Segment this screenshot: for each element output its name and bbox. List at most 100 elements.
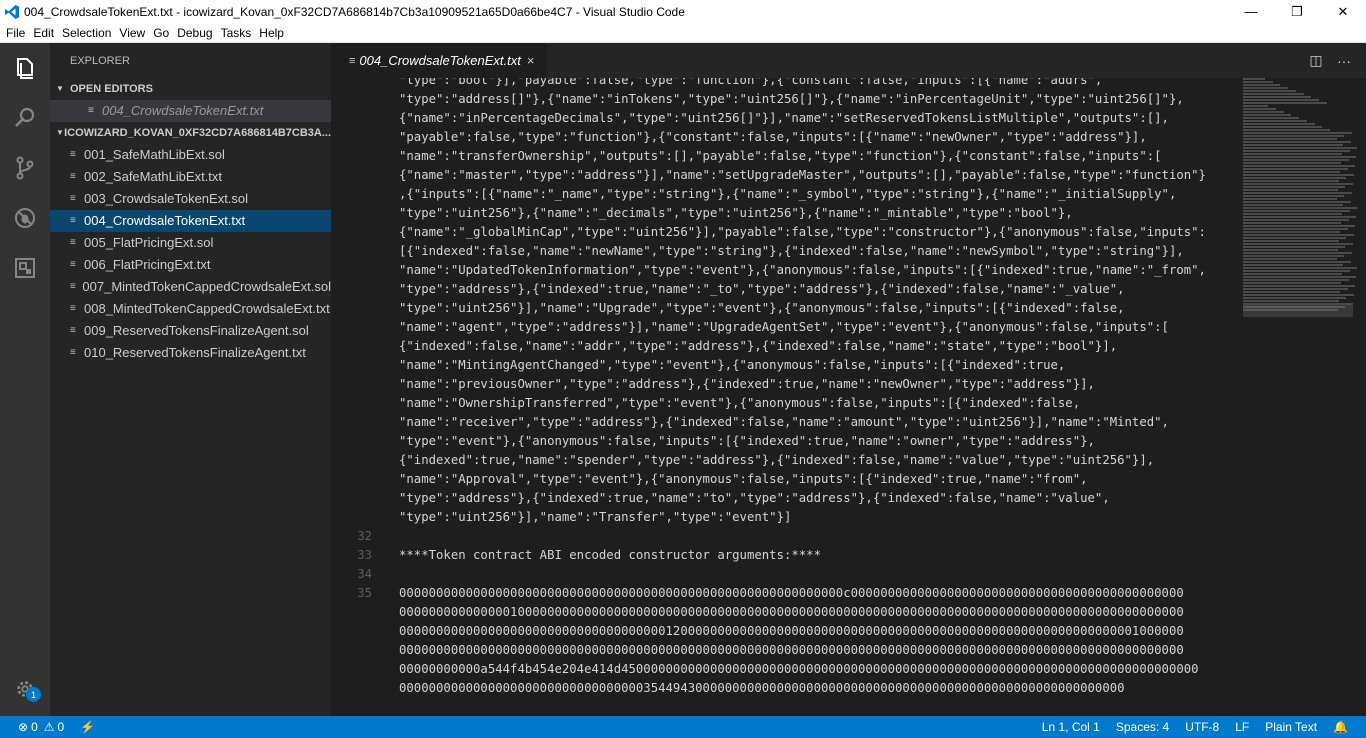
minimap-line	[1243, 120, 1307, 122]
line-number: 33	[357, 548, 372, 562]
split-editor-icon[interactable]: ◫	[1302, 52, 1330, 69]
file-item[interactable]: ≡ 010_ReservedTokensFinalizeAgent.txt	[50, 342, 331, 364]
minimap-line	[1243, 228, 1348, 230]
menu-debug[interactable]: Debug	[173, 23, 216, 43]
file-lines-icon: ≡	[70, 325, 76, 336]
minimap-line	[1243, 201, 1351, 203]
minimap[interactable]	[1243, 78, 1358, 318]
close-window-button[interactable]: ✕	[1320, 0, 1366, 23]
minimap-line	[1243, 138, 1337, 140]
file-label: 009_ReservedTokensFinalizeAgent.sol	[84, 323, 309, 338]
file-list: ≡ 001_SafeMathLibExt.sol ≡ 002_SafeMathLibE…	[50, 144, 331, 364]
line-text: "type":"event"},{"anonymous":false,"inpu…	[399, 434, 1095, 448]
tab-004-crowdsale-token-ext[interactable]: ≡ 004_CrowdsaleTokenExt.txt ×	[331, 43, 547, 78]
minimize-button[interactable]: —	[1228, 0, 1274, 23]
minimap-line	[1243, 258, 1337, 260]
line-text: "name":"agent","type":"address"}],"name"…	[399, 320, 1169, 334]
cursor-position[interactable]: Ln 1, Col 1	[1034, 720, 1108, 734]
encoding[interactable]: UTF-8	[1177, 720, 1227, 734]
source-control-activity[interactable]	[0, 143, 50, 193]
minimap-line	[1243, 267, 1358, 269]
minimap-line	[1243, 84, 1281, 86]
minimap-line	[1243, 285, 1356, 287]
problems-indicator[interactable]: ⊗ 0 ⚠ 0	[10, 720, 72, 734]
debug-icon	[15, 208, 35, 228]
line-text: ****Token contract ABI encoded construct…	[399, 548, 821, 562]
menu-view[interactable]: View	[115, 23, 149, 43]
file-item[interactable]: ≡ 009_ReservedTokensFinalizeAgent.sol	[50, 320, 331, 342]
explorer-activity[interactable]	[0, 43, 50, 93]
minimap-line	[1243, 126, 1323, 128]
search-icon	[15, 107, 35, 127]
minimap-line	[1243, 207, 1358, 209]
sidebar-title: EXPLORER	[70, 55, 130, 67]
minimap-line	[1243, 177, 1347, 179]
line-text: {"name":"_globalMinCap","type":"uint256"…	[399, 225, 1206, 239]
line-text: 0000000000000000000000000000000003544943…	[399, 681, 1125, 695]
indentation[interactable]: Spaces: 4	[1108, 720, 1177, 734]
explorer-sidebar: EXPLORER ▼ OPEN EDITORS ≡ 004_CrowdsaleT…	[50, 43, 331, 716]
minimap-line	[1243, 153, 1342, 155]
line-text: "name":"transferOwnership","outputs":[],…	[399, 149, 1162, 163]
maximize-button[interactable]: ❐	[1274, 0, 1320, 23]
minimap-line	[1243, 102, 1327, 104]
open-editor-item[interactable]: ≡ 004_CrowdsaleTokenExt.txt	[50, 100, 331, 122]
menu-file[interactable]: File	[2, 23, 29, 43]
language-mode[interactable]: Plain Text	[1257, 720, 1325, 734]
file-item[interactable]: ≡ 001_SafeMathLibExt.sol	[50, 144, 331, 166]
end-of-line[interactable]: LF	[1227, 720, 1257, 734]
file-lines-icon: ≡	[70, 193, 76, 204]
file-item[interactable]: ≡ 003_CrowdsaleTokenExt.sol	[50, 188, 331, 210]
menu-help[interactable]: Help	[255, 23, 288, 43]
file-item[interactable]: ≡ 008_MintedTokenCappedCrowdsaleExt.txt	[50, 298, 331, 320]
minimap-slider[interactable]	[1243, 305, 1353, 317]
menu-edit[interactable]: Edit	[29, 23, 58, 43]
minimap-line	[1243, 213, 1342, 215]
minimap-line	[1243, 156, 1357, 158]
file-item[interactable]: ≡ 007_MintedTokenCappedCrowdsaleExt.sol	[50, 276, 331, 298]
file-label: 003_CrowdsaleTokenExt.sol	[84, 191, 249, 206]
file-lines-icon: ≡	[88, 105, 94, 116]
line-number: 34	[357, 567, 372, 581]
minimap-line	[1243, 255, 1345, 257]
bell-icon[interactable]: 🔔	[1325, 720, 1356, 734]
more-actions-icon[interactable]: ···	[1330, 53, 1358, 69]
minimap-line	[1243, 195, 1345, 197]
folder-header[interactable]: ▼ ICOWIZARD_KOVAN_0XF32CD7A686814B7CB3A.…	[50, 122, 331, 144]
manage-button[interactable]: 1	[0, 674, 50, 704]
menu-tasks[interactable]: Tasks	[217, 23, 256, 43]
line-text: {"name":"inPercentageDecimals","type":"u…	[399, 111, 1169, 125]
minimap-line	[1243, 234, 1355, 236]
line-number: 35	[357, 586, 372, 600]
menu-go[interactable]: Go	[149, 23, 173, 43]
title-bar: 004_CrowdsaleTokenExt.txt - icowizard_Ko…	[0, 0, 1366, 23]
extensions-activity[interactable]	[0, 243, 50, 293]
minimap-line	[1243, 231, 1340, 233]
file-lines-icon: ≡	[70, 171, 76, 182]
minimap-line	[1243, 270, 1350, 272]
line-text: "name":"previousOwner","type":"address"}…	[399, 377, 1095, 391]
open-editors-header[interactable]: ▼ OPEN EDITORS	[50, 78, 331, 100]
editor-pane[interactable]: "type":"bool"}],"payable":false,"type":"…	[331, 78, 1366, 716]
search-activity[interactable]	[0, 93, 50, 143]
minimap-line	[1243, 294, 1355, 296]
file-item[interactable]: ≡ 005_FlatPricingExt.sol	[50, 232, 331, 254]
minimap-line	[1243, 117, 1300, 119]
minimap-line	[1243, 183, 1353, 185]
file-item[interactable]: ≡ 004_CrowdsaleTokenExt.txt	[50, 210, 331, 232]
minimap-line	[1243, 300, 1339, 302]
menu-selection[interactable]: Selection	[58, 23, 115, 43]
file-item[interactable]: ≡ 006_FlatPricingExt.txt	[50, 254, 331, 276]
lightning-icon[interactable]: ⚡	[72, 720, 103, 734]
minimap-line	[1243, 90, 1296, 92]
minimap-line	[1243, 297, 1347, 299]
close-tab-button[interactable]: ×	[527, 53, 535, 68]
file-lines-icon: ≡	[70, 347, 76, 358]
editor-actions: ◫ ···	[1302, 43, 1358, 78]
file-item[interactable]: ≡ 002_SafeMathLibExt.txt	[50, 166, 331, 188]
file-lines-icon: ≡	[70, 237, 76, 248]
debug-activity[interactable]	[0, 193, 50, 243]
line-text: 0000000000000000000000000000000000001200…	[399, 624, 1184, 638]
minimap-line	[1243, 168, 1348, 170]
minimap-line	[1243, 219, 1349, 221]
